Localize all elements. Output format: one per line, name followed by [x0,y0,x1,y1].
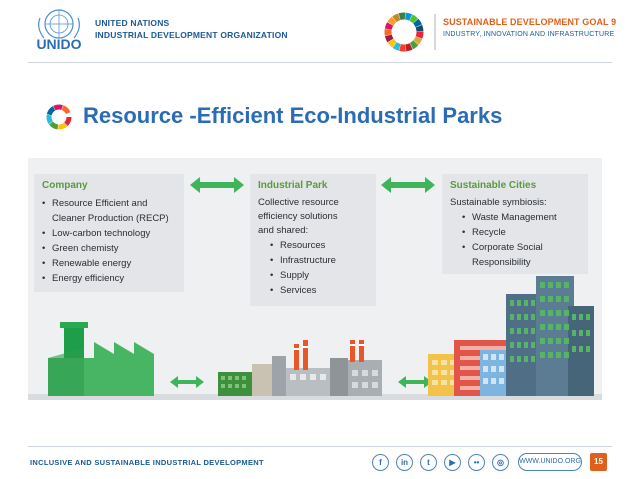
company-item: Cleaner Production (RECP) [52,213,169,224]
sustainable-cities-heading: Sustainable Cities [450,180,537,191]
arrow-factory-park-icon [170,376,204,388]
sustainable-cities-list: Waste Management Recycle Corporate Socia… [450,210,580,270]
sustainable-cities-intro: Sustainable symbiosis: [450,197,547,208]
slide-title: Resource -Efficient Eco-Industrial Parks [83,103,503,128]
unido-logo: UNIDO [36,9,82,52]
instagram-glyph: ◎ [497,458,504,467]
sdg-title: SUSTAINABLE DEVELOPMENT GOAL 9 [443,17,617,27]
linkedin-icon[interactable]: in [396,454,413,471]
eco-park-diagram: Company Resource Efficient and Cleaner P… [28,158,602,400]
arrow-company-park-icon [190,177,244,193]
company-list: Resource Efficient and Cleaner Productio… [42,196,176,286]
company-item: Renewable energy [42,256,176,271]
sustainable-cities-item: Recycle [450,225,580,240]
header-divider [28,62,612,63]
company-item: Green chemisty [42,241,176,256]
city-illustration [428,276,594,396]
footer-divider [28,446,612,447]
org-name-line-1: UNITED NATIONS [95,18,170,28]
industrial-park-box: Industrial Park Collective resource effi… [250,174,376,306]
twitter-glyph: t [427,458,430,467]
page-number: 15 [590,453,607,471]
footer-tagline: INCLUSIVE AND SUSTAINABLE INDUSTRIAL DEV… [30,458,264,467]
company-item: Low-carbon technology [42,226,176,241]
industrial-park-list: Resources Infrastructure Supply Services [258,238,368,298]
instagram-icon[interactable]: ◎ [492,454,509,471]
industrial-park-item: Resources [258,238,368,253]
flickr-glyph: •• [473,458,480,467]
company-box: Company Resource Efficient and Cleaner P… [34,174,184,292]
company-item: Energy efficiency [42,271,176,286]
company-heading: Company [42,180,88,191]
org-name-line-2: INDUSTRIAL DEVELOPMENT ORGANIZATION [95,30,288,40]
flickr-icon[interactable]: •• [468,454,485,471]
youtube-icon[interactable]: ▶ [444,454,461,471]
factory-illustration [48,322,154,396]
sustainable-cities-item: Responsibility [472,257,531,268]
arrow-park-cities-icon [381,177,435,193]
company-item: Resource Efficient and [42,196,176,211]
industrial-park-intro: Collective resource efficiency solutions… [258,196,368,238]
arrow-park-city-icon [398,376,432,388]
industrial-park-heading: Industrial Park [258,180,328,191]
industrial-park-intro-line: Collective resource [258,197,339,208]
header: UNIDO UNITED NATIONS INDUSTRIAL DEVELOPM… [0,0,638,62]
industrial-park-item: Infrastructure [258,253,368,268]
sdg-wheel-icon [384,12,424,52]
sdg-label: SUSTAINABLE DEVELOPMENT GOAL 9 INDUSTRY,… [443,17,616,38]
sustainable-cities-box: Sustainable Cities Sustainable symbiosis… [442,174,588,274]
org-name: UNITED NATIONS INDUSTRIAL DEVELOPMENT OR… [95,17,288,41]
facebook-icon[interactable]: f [372,454,389,471]
sustainable-cities-item: Corporate Social [450,240,580,255]
industrial-park-item: Supply [258,268,368,283]
sdg-subtitle: INDUSTRY, INNOVATION AND INFRASTRUCTURE [443,31,615,38]
unido-logo-text: UNIDO [36,36,81,52]
linkedin-glyph: in [400,458,409,467]
industrial-park-intro-line: and shared: [258,225,309,236]
twitter-icon[interactable]: t [420,454,437,471]
industrial-park-illustration [218,340,382,396]
facebook-glyph: f [379,458,382,467]
industrial-park-intro-line: efficiency solutions [258,211,338,222]
header-separator [434,14,436,50]
sdg-ring-icon [46,104,72,130]
website-link[interactable]: WWW.UNIDO.ORG [518,453,582,471]
industrial-park-item: Services [258,283,368,298]
youtube-glyph: ▶ [449,458,456,467]
sustainable-cities-item: Waste Management [450,210,580,225]
